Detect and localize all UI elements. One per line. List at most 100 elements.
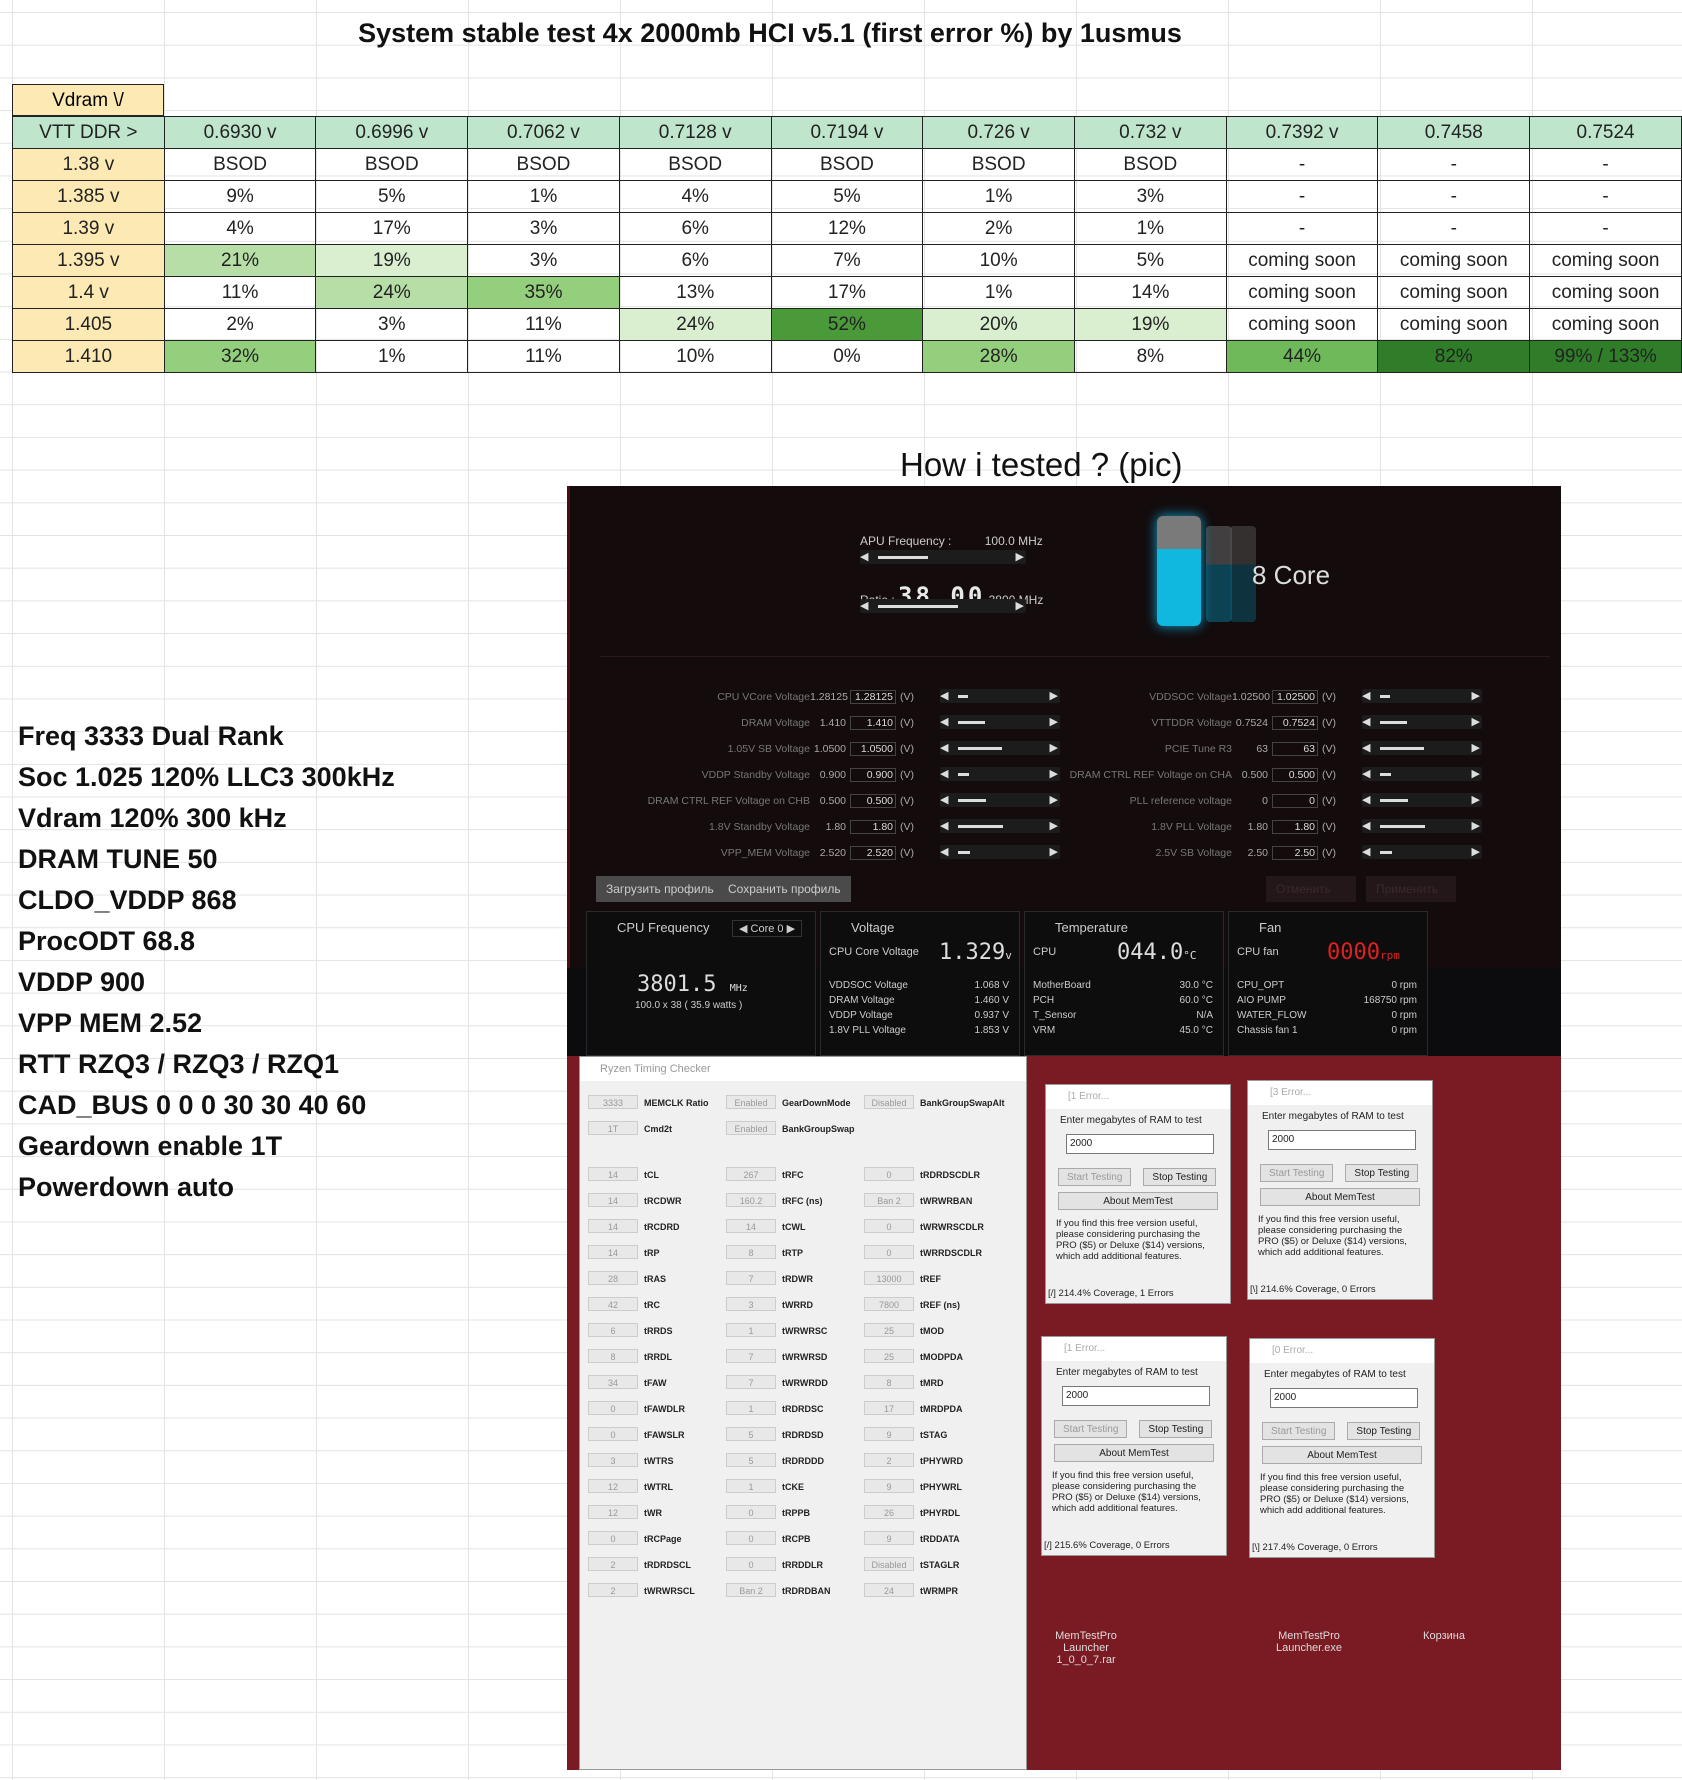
result-cell[interactable]: BSOD bbox=[163, 148, 317, 181]
voltage-input[interactable]: 1.02500 bbox=[1272, 690, 1318, 704]
result-cell[interactable]: - bbox=[1377, 148, 1531, 181]
result-cell[interactable]: coming soon bbox=[1225, 308, 1379, 341]
voltage-input[interactable]: 0 bbox=[1272, 794, 1318, 808]
result-cell[interactable]: 7% bbox=[770, 244, 924, 277]
result-cell[interactable]: 5% bbox=[1073, 244, 1227, 277]
result-cell[interactable]: 10% bbox=[922, 244, 1075, 277]
voltage-input[interactable]: 63 bbox=[1272, 742, 1318, 756]
result-cell[interactable]: 11% bbox=[467, 340, 620, 373]
voltage-input[interactable]: 0.900 bbox=[850, 768, 896, 782]
row-header-cell[interactable]: 1.4 v bbox=[12, 276, 165, 309]
result-cell[interactable]: 14% bbox=[1073, 276, 1227, 309]
row-header-cell[interactable]: 1.405 bbox=[12, 308, 165, 341]
result-cell[interactable]: 2% bbox=[922, 212, 1075, 245]
setting-note[interactable]: Soc 1.025 120% LLC3 300kHz bbox=[18, 757, 395, 798]
result-cell[interactable]: - bbox=[1377, 180, 1531, 213]
voltage-input[interactable]: 2.50 bbox=[1272, 846, 1318, 860]
result-cell[interactable]: 11% bbox=[163, 276, 317, 309]
result-cell[interactable]: 3% bbox=[467, 212, 620, 245]
result-cell[interactable]: 3% bbox=[315, 308, 469, 341]
header-cell[interactable]: 0.6996 v bbox=[315, 116, 469, 149]
ratio-slider[interactable]: ◀ ▶ bbox=[860, 599, 1026, 613]
stop-testing-button[interactable]: Stop Testing bbox=[1347, 1422, 1421, 1440]
result-cell[interactable]: 5% bbox=[770, 180, 924, 213]
about-memtest-button[interactable]: About MemTest bbox=[1058, 1192, 1218, 1210]
result-cell[interactable]: 3% bbox=[1073, 180, 1227, 213]
result-cell[interactable]: 28% bbox=[922, 340, 1075, 373]
row-header-cell[interactable]: 1.395 v bbox=[12, 244, 165, 277]
result-cell[interactable]: 3% bbox=[467, 244, 620, 277]
setting-note[interactable]: Vdram 120% 300 kHz bbox=[18, 798, 395, 839]
voltage-slider[interactable]: ◀ ▶ bbox=[1362, 767, 1482, 781]
stop-testing-button[interactable]: Stop Testing bbox=[1143, 1168, 1217, 1186]
result-cell[interactable]: 52% bbox=[770, 308, 924, 341]
about-memtest-button[interactable]: About MemTest bbox=[1262, 1446, 1422, 1464]
setting-note[interactable]: VDDP 900 bbox=[18, 962, 395, 1003]
result-cell[interactable]: 13% bbox=[618, 276, 772, 309]
recycle-bin-icon[interactable]: Корзина bbox=[1409, 1630, 1479, 1642]
setting-note[interactable]: Geardown enable 1T bbox=[18, 1126, 395, 1167]
result-cell[interactable]: 35% bbox=[467, 276, 620, 309]
voltage-input[interactable]: 1.410 bbox=[850, 716, 896, 730]
voltage-slider[interactable]: ◀ ▶ bbox=[1362, 819, 1482, 833]
result-cell[interactable]: 19% bbox=[1073, 308, 1227, 341]
stop-testing-button[interactable]: Stop Testing bbox=[1139, 1420, 1213, 1438]
result-cell[interactable]: 8% bbox=[1073, 340, 1227, 373]
result-cell[interactable]: BSOD bbox=[1073, 148, 1227, 181]
load-profile-button[interactable]: Загрузить профиль bbox=[596, 876, 724, 902]
result-cell[interactable]: 17% bbox=[770, 276, 924, 309]
setting-note[interactable]: CLDO_VDDP 868 bbox=[18, 880, 395, 921]
megabytes-input[interactable]: 2000 bbox=[1270, 1388, 1418, 1408]
result-cell[interactable]: coming soon bbox=[1529, 244, 1682, 277]
voltage-slider[interactable]: ◀ ▶ bbox=[1362, 715, 1482, 729]
result-cell[interactable]: 82% bbox=[1377, 340, 1531, 373]
setting-note[interactable]: RTT RZQ3 / RZQ3 / RZQ1 bbox=[18, 1044, 395, 1085]
start-testing-button[interactable]: Start Testing bbox=[1054, 1420, 1128, 1438]
result-cell[interactable]: 24% bbox=[315, 276, 469, 309]
result-cell[interactable]: BSOD bbox=[315, 148, 469, 181]
result-cell[interactable]: - bbox=[1529, 180, 1682, 213]
result-cell[interactable]: 19% bbox=[315, 244, 469, 277]
result-cell[interactable]: - bbox=[1225, 212, 1379, 245]
start-testing-button[interactable]: Start Testing bbox=[1262, 1422, 1336, 1440]
row-header-cell[interactable]: 1.410 bbox=[12, 340, 165, 373]
result-cell[interactable]: coming soon bbox=[1529, 308, 1682, 341]
voltage-input[interactable]: 0.500 bbox=[850, 794, 896, 808]
row-header-cell[interactable]: 1.385 v bbox=[12, 180, 165, 213]
result-cell[interactable]: - bbox=[1529, 148, 1682, 181]
voltage-slider[interactable]: ◀ ▶ bbox=[1362, 689, 1482, 703]
result-cell[interactable]: 24% bbox=[618, 308, 772, 341]
result-cell[interactable]: 0% bbox=[770, 340, 924, 373]
voltage-input[interactable]: 1.0500 bbox=[850, 742, 896, 756]
cancel-button[interactable]: Отменить bbox=[1266, 876, 1356, 902]
launcher-exe-icon[interactable]: MemTestPro Launcher.exe bbox=[1261, 1630, 1357, 1654]
setting-note[interactable]: CAD_BUS 0 0 0 30 30 40 60 bbox=[18, 1085, 395, 1126]
header-cell[interactable]: 0.7458 bbox=[1377, 116, 1531, 149]
result-cell[interactable]: 99% / 133% bbox=[1529, 340, 1682, 373]
about-memtest-button[interactable]: About MemTest bbox=[1260, 1188, 1420, 1206]
apu-slider[interactable]: ◀ ▶ bbox=[860, 550, 1026, 564]
voltage-input[interactable]: 1.28125 bbox=[850, 690, 896, 704]
setting-note[interactable]: Powerdown auto bbox=[18, 1167, 395, 1208]
result-cell[interactable]: - bbox=[1377, 212, 1531, 245]
start-testing-button[interactable]: Start Testing bbox=[1058, 1168, 1132, 1186]
result-cell[interactable]: - bbox=[1529, 212, 1682, 245]
about-memtest-button[interactable]: About MemTest bbox=[1054, 1444, 1214, 1462]
header-cell[interactable]: 0.7062 v bbox=[467, 116, 620, 149]
result-cell[interactable]: BSOD bbox=[618, 148, 772, 181]
result-cell[interactable]: 6% bbox=[618, 244, 772, 277]
voltage-slider[interactable]: ◀ ▶ bbox=[1362, 793, 1482, 807]
result-cell[interactable]: 10% bbox=[618, 340, 772, 373]
result-cell[interactable]: coming soon bbox=[1225, 244, 1379, 277]
result-cell[interactable]: 6% bbox=[618, 212, 772, 245]
header-cell[interactable]: VTT DDR > bbox=[12, 116, 165, 149]
result-cell[interactable]: 4% bbox=[618, 180, 772, 213]
row-header-cell[interactable]: 1.39 v bbox=[12, 212, 165, 245]
header-cell[interactable]: 0.726 v bbox=[922, 116, 1075, 149]
result-cell[interactable]: 20% bbox=[922, 308, 1075, 341]
result-cell[interactable]: 1% bbox=[922, 276, 1075, 309]
megabytes-input[interactable]: 2000 bbox=[1268, 1130, 1416, 1150]
voltage-input[interactable]: 1.80 bbox=[850, 820, 896, 834]
setting-note[interactable]: Freq 3333 Dual Rank bbox=[18, 716, 395, 757]
result-cell[interactable]: 11% bbox=[467, 308, 620, 341]
